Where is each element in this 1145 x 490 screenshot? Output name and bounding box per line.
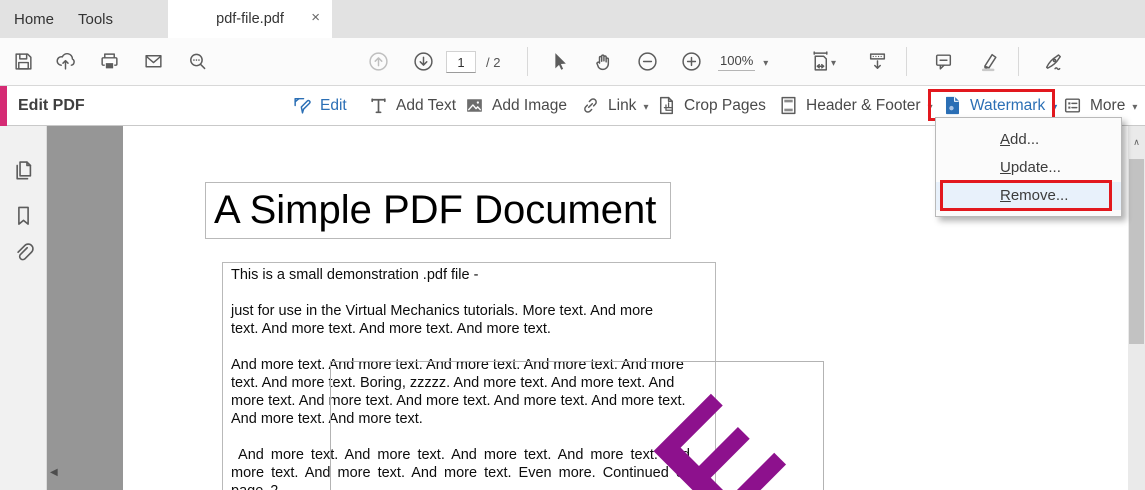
watermark-label: Watermark <box>970 96 1046 114</box>
link-label: Link <box>608 96 637 114</box>
header-footer-icon <box>781 96 796 115</box>
tab-home[interactable]: Home <box>14 0 54 38</box>
fit-width-icon <box>813 51 828 71</box>
minus-circle-icon <box>637 52 657 71</box>
cloud-upload-icon <box>56 53 75 70</box>
save-button[interactable] <box>6 45 40 78</box>
zoom-in-button[interactable] <box>674 45 708 78</box>
hand-tool-button[interactable] <box>586 45 620 78</box>
highlight-button[interactable] <box>972 45 1006 78</box>
printer-icon <box>100 53 118 70</box>
zoom-level-dropdown[interactable]: 100% <box>718 45 768 78</box>
highlighter-icon <box>981 53 997 72</box>
watermark-dropdown-menu: Add... Update... Remove... <box>935 117 1122 217</box>
fountain-pen-icon <box>1045 54 1061 71</box>
select-tool-button[interactable] <box>541 45 575 78</box>
zoom-level-value: 100% <box>718 53 756 71</box>
edit-pencil-icon <box>294 97 311 114</box>
cursor-icon <box>554 53 566 70</box>
main-toolbar: / 2 100% <box>0 38 1145 86</box>
crop-pages-button[interactable]: Crop Pages <box>656 86 766 125</box>
add-image-icon <box>467 99 482 112</box>
plus-circle-icon <box>681 52 701 71</box>
add-text-button[interactable]: Add Text <box>368 86 456 125</box>
collapse-pane-arrow[interactable] <box>50 462 62 476</box>
envelope-icon <box>144 54 162 68</box>
edit-button[interactable]: Edit <box>292 86 347 125</box>
share-button[interactable] <box>48 45 82 78</box>
next-page-button[interactable] <box>406 45 440 78</box>
header-footer-label: Header & Footer <box>806 96 921 114</box>
header-footer-button[interactable]: Header & Footer <box>778 86 933 125</box>
chevron-down-icon <box>1132 97 1137 115</box>
menu-item-remove-label: Remove... <box>1000 187 1069 204</box>
email-button[interactable] <box>136 45 170 78</box>
page-down-icon <box>413 52 433 71</box>
crop-pages-label: Crop Pages <box>684 96 766 114</box>
bookmarks-icon[interactable] <box>12 204 35 227</box>
link-icon <box>584 98 597 113</box>
comment-bubble-icon <box>935 54 951 70</box>
previous-page-button[interactable] <box>361 45 395 78</box>
zoom-out-button[interactable] <box>630 45 664 78</box>
add-text-icon <box>371 98 386 114</box>
sign-button[interactable] <box>1036 45 1070 78</box>
chevron-down-icon <box>1052 97 1057 115</box>
pdf-body-textbox[interactable]: This is a small demonstration .pdf file … <box>222 262 716 490</box>
add-text-label: Add Text <box>396 96 457 114</box>
add-image-button[interactable]: Add Image <box>464 86 567 125</box>
more-label: More <box>1090 96 1126 114</box>
scrolling-mode-button[interactable] <box>860 45 894 78</box>
print-button[interactable] <box>92 45 126 78</box>
chevron-down-icon <box>928 97 933 115</box>
tab-document-label: pdf-file.pdf <box>216 11 284 27</box>
add-image-label: Add Image <box>492 96 567 114</box>
page-up-icon <box>368 52 388 71</box>
page-number-input[interactable] <box>446 51 476 73</box>
menu-item-update[interactable]: Update... <box>936 154 1121 182</box>
edit-button-label: Edit <box>320 96 347 114</box>
comment-button[interactable] <box>926 45 960 78</box>
chevron-down-icon <box>831 53 836 71</box>
navigation-sidebar <box>0 126 47 490</box>
tab-tools[interactable]: Tools <box>78 0 113 38</box>
toolbar-separator <box>906 47 907 76</box>
scrollbar-thumb[interactable] <box>1129 159 1144 344</box>
link-button[interactable]: Link <box>580 86 648 125</box>
menu-item-remove[interactable]: Remove... <box>936 182 1121 210</box>
chevron-down-icon <box>763 54 768 69</box>
scroll-page-icon <box>869 53 885 70</box>
watermark-icon <box>945 96 960 115</box>
page-count-label: / 2 <box>486 55 501 70</box>
close-tab-icon[interactable]: × <box>311 9 320 27</box>
chevron-down-icon <box>643 97 648 115</box>
acrobat-window: Home Tools pdf-file.pdf × / 2 <box>0 0 1145 490</box>
accent-bar <box>0 86 7 126</box>
menu-item-add-label: Add... <box>1000 131 1040 148</box>
search-tools-button[interactable] <box>180 45 214 78</box>
paragraph: just for use in the Virtual Mechanics tu… <box>231 303 654 337</box>
fit-width-button[interactable] <box>800 45 846 78</box>
pdf-title-textbox[interactable]: A Simple PDF Document <box>205 182 671 239</box>
scroll-up-icon[interactable] <box>1128 132 1145 150</box>
menu-item-update-label: Update... <box>1000 159 1061 176</box>
paragraph: This is a small demonstration .pdf file … <box>231 267 479 283</box>
save-icon <box>14 53 32 70</box>
more-options-icon <box>1064 98 1081 113</box>
crop-pages-icon <box>659 96 674 115</box>
tab-bar: Home Tools pdf-file.pdf × <box>0 0 1145 38</box>
hand-icon <box>595 54 609 71</box>
attachments-icon[interactable] <box>12 242 35 265</box>
search-more-icon <box>189 53 205 70</box>
tab-document[interactable]: pdf-file.pdf × <box>168 0 332 38</box>
vertical-scrollbar[interactable] <box>1128 126 1145 490</box>
menu-item-add[interactable]: Add... <box>936 126 1121 154</box>
edit-pdf-title: Edit PDF <box>18 97 85 114</box>
page-thumbnails-icon[interactable] <box>12 158 35 181</box>
toolbar-separator <box>527 47 528 76</box>
toolbar-separator <box>1018 47 1019 76</box>
